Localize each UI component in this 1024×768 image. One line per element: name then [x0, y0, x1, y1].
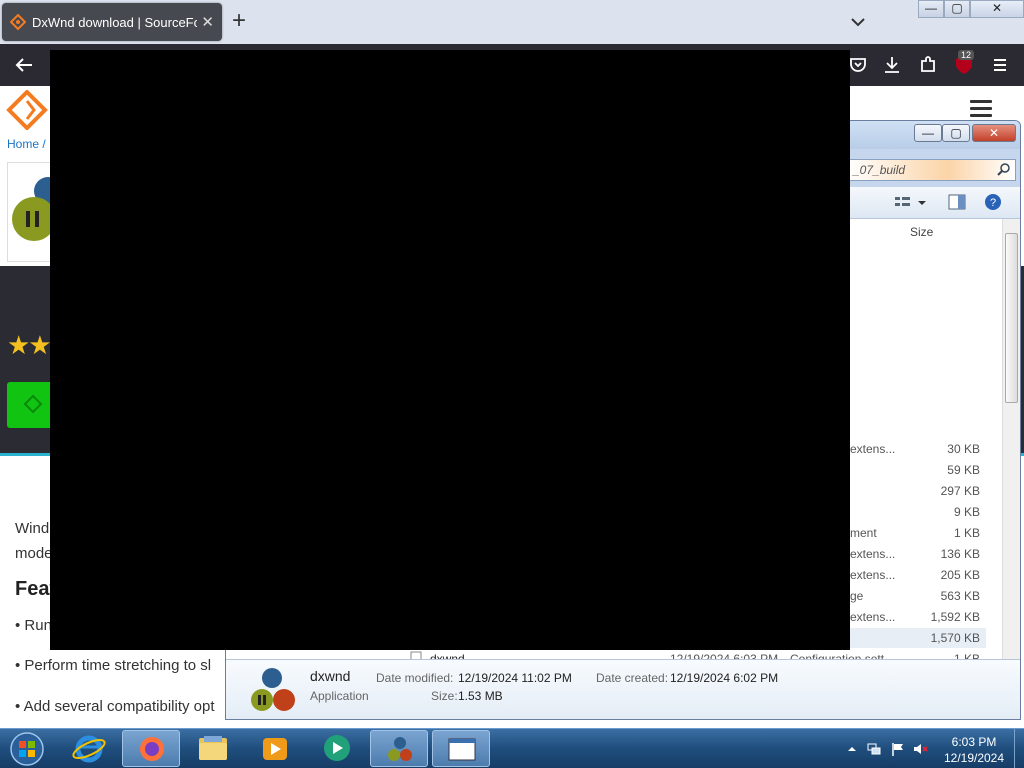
- help-icon[interactable]: ?: [984, 193, 1002, 216]
- browser-tab-bar: DxWnd download | SourceForge ✕ + — ▢ ✕: [0, 0, 1024, 44]
- show-hidden-icons-icon[interactable]: [844, 741, 860, 757]
- window-restore-button[interactable]: ▢: [944, 0, 970, 18]
- clock-time: 6:03 PM: [951, 735, 997, 749]
- sourceforge-favicon-icon: [9, 13, 27, 31]
- project-logo-image: [7, 162, 55, 262]
- address-text: _07_build: [853, 163, 906, 177]
- taskbar-window-app-icon[interactable]: [432, 730, 490, 767]
- preview-pane-icon[interactable]: [948, 194, 966, 215]
- change-view-icon[interactable]: [894, 195, 926, 216]
- selected-file-name: dxwnd: [310, 668, 351, 684]
- list-all-tabs-chevron-icon[interactable]: [848, 12, 868, 32]
- explorer-close-button[interactable]: ✕: [972, 124, 1016, 142]
- explorer-maximize-button[interactable]: ▢: [942, 124, 970, 142]
- sourceforge-logo-icon[interactable]: [6, 89, 48, 131]
- details-pane: dxwnd Application Date modified: 12/19/2…: [226, 659, 1020, 719]
- new-tab-button[interactable]: +: [232, 9, 246, 33]
- window-close-button[interactable]: ✕: [970, 0, 1024, 18]
- size-label: Size:: [431, 689, 458, 703]
- taskbar-internet-explorer-icon[interactable]: [60, 730, 118, 767]
- date-created-label: Date created:: [596, 671, 669, 685]
- selected-file-kind: Application: [310, 689, 369, 703]
- file-list-scrollbar[interactable]: [1002, 219, 1020, 659]
- downloads-icon[interactable]: [880, 53, 904, 77]
- dxwnd-app-icon: [248, 666, 298, 719]
- breadcrumb[interactable]: Home /: [7, 137, 46, 151]
- feature-item: • Add several compatibility opt: [15, 698, 215, 715]
- scrollbar-thumb[interactable]: [1005, 233, 1018, 403]
- tab-title: DxWnd download | SourceForge: [32, 14, 197, 30]
- explorer-minimize-button[interactable]: —: [914, 124, 942, 142]
- taskbar-media-center-icon[interactable]: [308, 730, 366, 767]
- description-line-1: Wind: [15, 520, 50, 537]
- feature-item: • Run: [15, 617, 52, 634]
- size-value: 1.53 MB: [458, 689, 503, 703]
- volume-muted-icon[interactable]: [912, 741, 928, 757]
- taskbar-media-player-icon[interactable]: [246, 730, 304, 767]
- start-orb-icon[interactable]: [4, 729, 50, 768]
- site-menu-icon[interactable]: [970, 100, 992, 118]
- search-icon[interactable]: [997, 162, 1011, 179]
- browser-tab-active[interactable]: DxWnd download | SourceForge ✕: [2, 3, 222, 41]
- project-description: Wind mode: [15, 516, 53, 566]
- blank-black-window[interactable]: [50, 50, 850, 650]
- tab-close-icon[interactable]: ✕: [201, 13, 214, 31]
- date-modified-label: Date modified:: [376, 671, 454, 685]
- back-arrow-icon[interactable]: [12, 53, 36, 77]
- rating-stars: ★★: [7, 330, 52, 360]
- action-center-flag-icon[interactable]: [890, 741, 906, 757]
- windows-taskbar: 6:03 PM 12/19/2024: [0, 728, 1024, 768]
- svg-text:?: ?: [990, 197, 996, 209]
- description-line-2: mode: [15, 545, 53, 562]
- explorer-search-box[interactable]: _07_build: [846, 159, 1016, 181]
- window-minimize-button[interactable]: —: [918, 0, 944, 18]
- feature-item: • Perform time stretching to sl: [15, 657, 212, 674]
- show-desktop-button[interactable]: [1014, 729, 1024, 768]
- date-created-value: 12/19/2024 6:02 PM: [670, 671, 779, 685]
- taskbar-dxwnd-icon[interactable]: [370, 730, 428, 767]
- clock-date: 12/19/2024: [943, 751, 1005, 765]
- extensions-puzzle-icon[interactable]: [916, 53, 940, 77]
- app-menu-icon[interactable]: [988, 53, 1012, 77]
- date-modified-value: 12/19/2024 11:02 PM: [458, 671, 572, 685]
- system-clock[interactable]: 6:03 PM 12/19/2024: [938, 734, 1010, 766]
- taskbar-explorer-folder-icon[interactable]: [184, 730, 242, 767]
- network-icon[interactable]: [866, 741, 882, 757]
- ublock-count-badge: 12: [958, 50, 975, 60]
- column-header-size[interactable]: Size: [910, 225, 933, 239]
- taskbar-firefox-icon[interactable]: [122, 730, 180, 767]
